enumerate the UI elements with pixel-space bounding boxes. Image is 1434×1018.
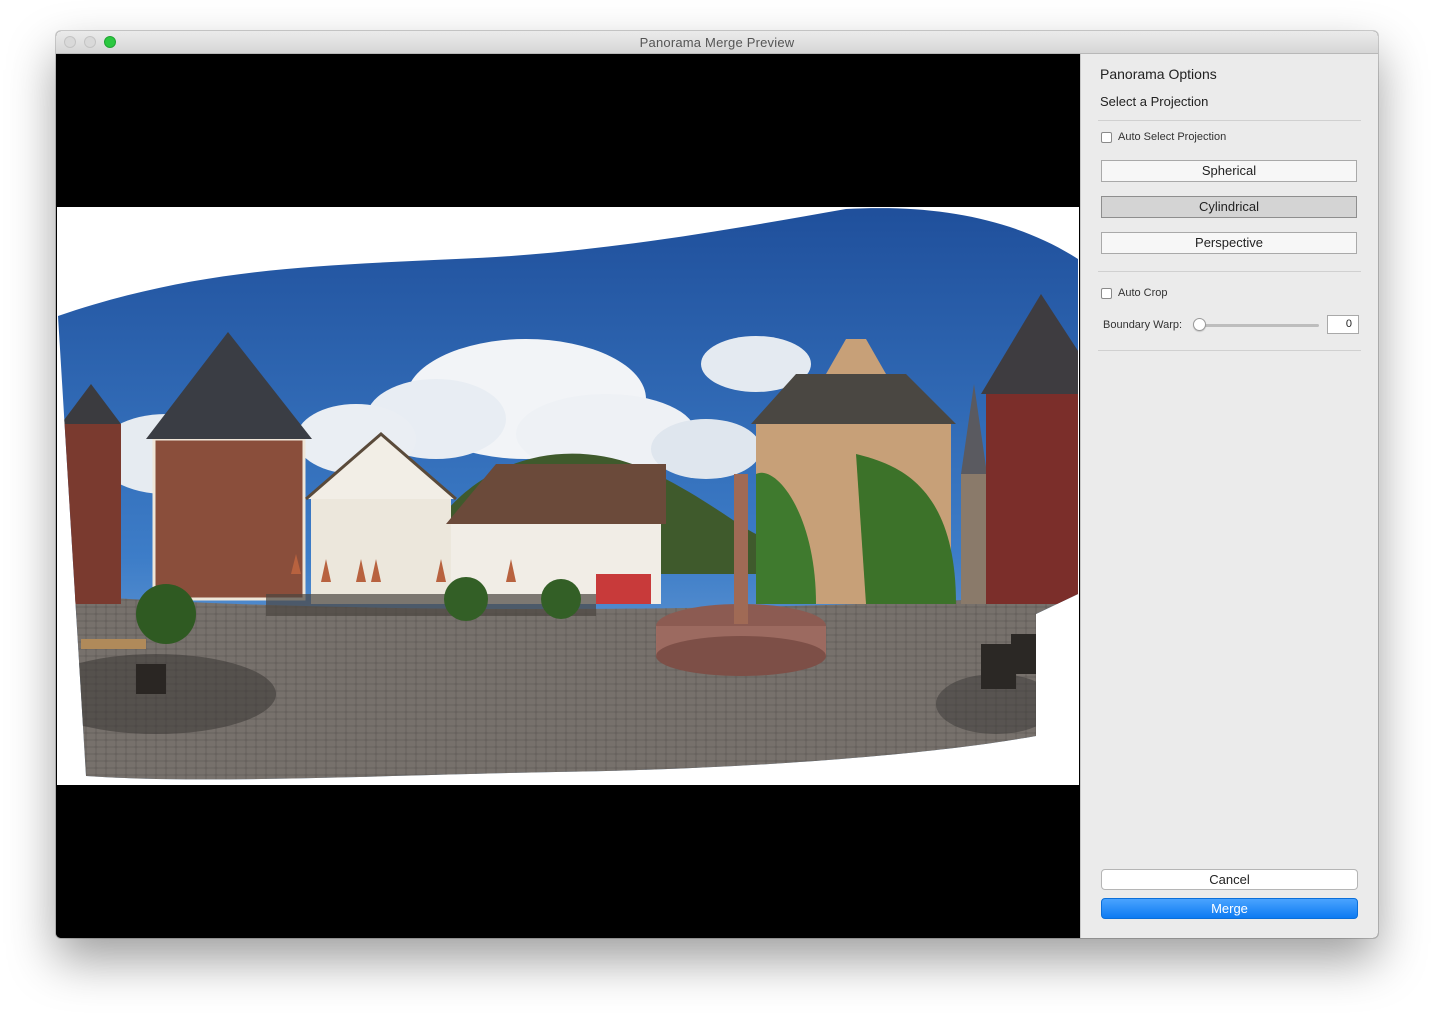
panorama-options-panel: Panorama Options Select a Projection Aut… (1080, 54, 1378, 938)
window-title: Panorama Merge Preview (639, 35, 795, 50)
perspective-button[interactable]: Perspective (1101, 232, 1357, 254)
auto-select-projection-option[interactable]: Auto Select Projection (1101, 131, 1226, 143)
title-bar: Panorama Merge Preview (56, 31, 1378, 54)
divider (1098, 350, 1361, 351)
divider (1098, 120, 1361, 121)
cancel-button[interactable]: Cancel (1101, 869, 1358, 890)
auto-select-projection-label: Auto Select Projection (1118, 131, 1227, 143)
panorama-merge-window: Panorama Merge Preview Panorama Options … (56, 31, 1378, 938)
boundary-warp-value-field[interactable]: 0 (1327, 315, 1359, 334)
boundary-warp-label: Boundary Warp: (1103, 319, 1183, 331)
boundary-warp-slider-knob[interactable] (1193, 318, 1206, 331)
auto-crop-option[interactable]: Auto Crop (1101, 287, 1168, 299)
auto-crop-label: Auto Crop (1118, 287, 1168, 299)
projection-subheading: Select a Projection (1100, 94, 1209, 109)
divider (1098, 271, 1361, 272)
cylindrical-button[interactable]: Cylindrical (1101, 196, 1357, 218)
panorama-image (57, 207, 1079, 785)
spherical-button[interactable]: Spherical (1101, 160, 1357, 182)
merge-button[interactable]: Merge (1101, 898, 1358, 919)
panorama-preview (56, 54, 1080, 938)
panel-heading: Panorama Options (1100, 66, 1217, 82)
boundary-warp-slider[interactable] (1199, 324, 1319, 327)
auto-crop-checkbox[interactable] (1101, 287, 1112, 299)
auto-select-projection-checkbox[interactable] (1101, 131, 1112, 143)
